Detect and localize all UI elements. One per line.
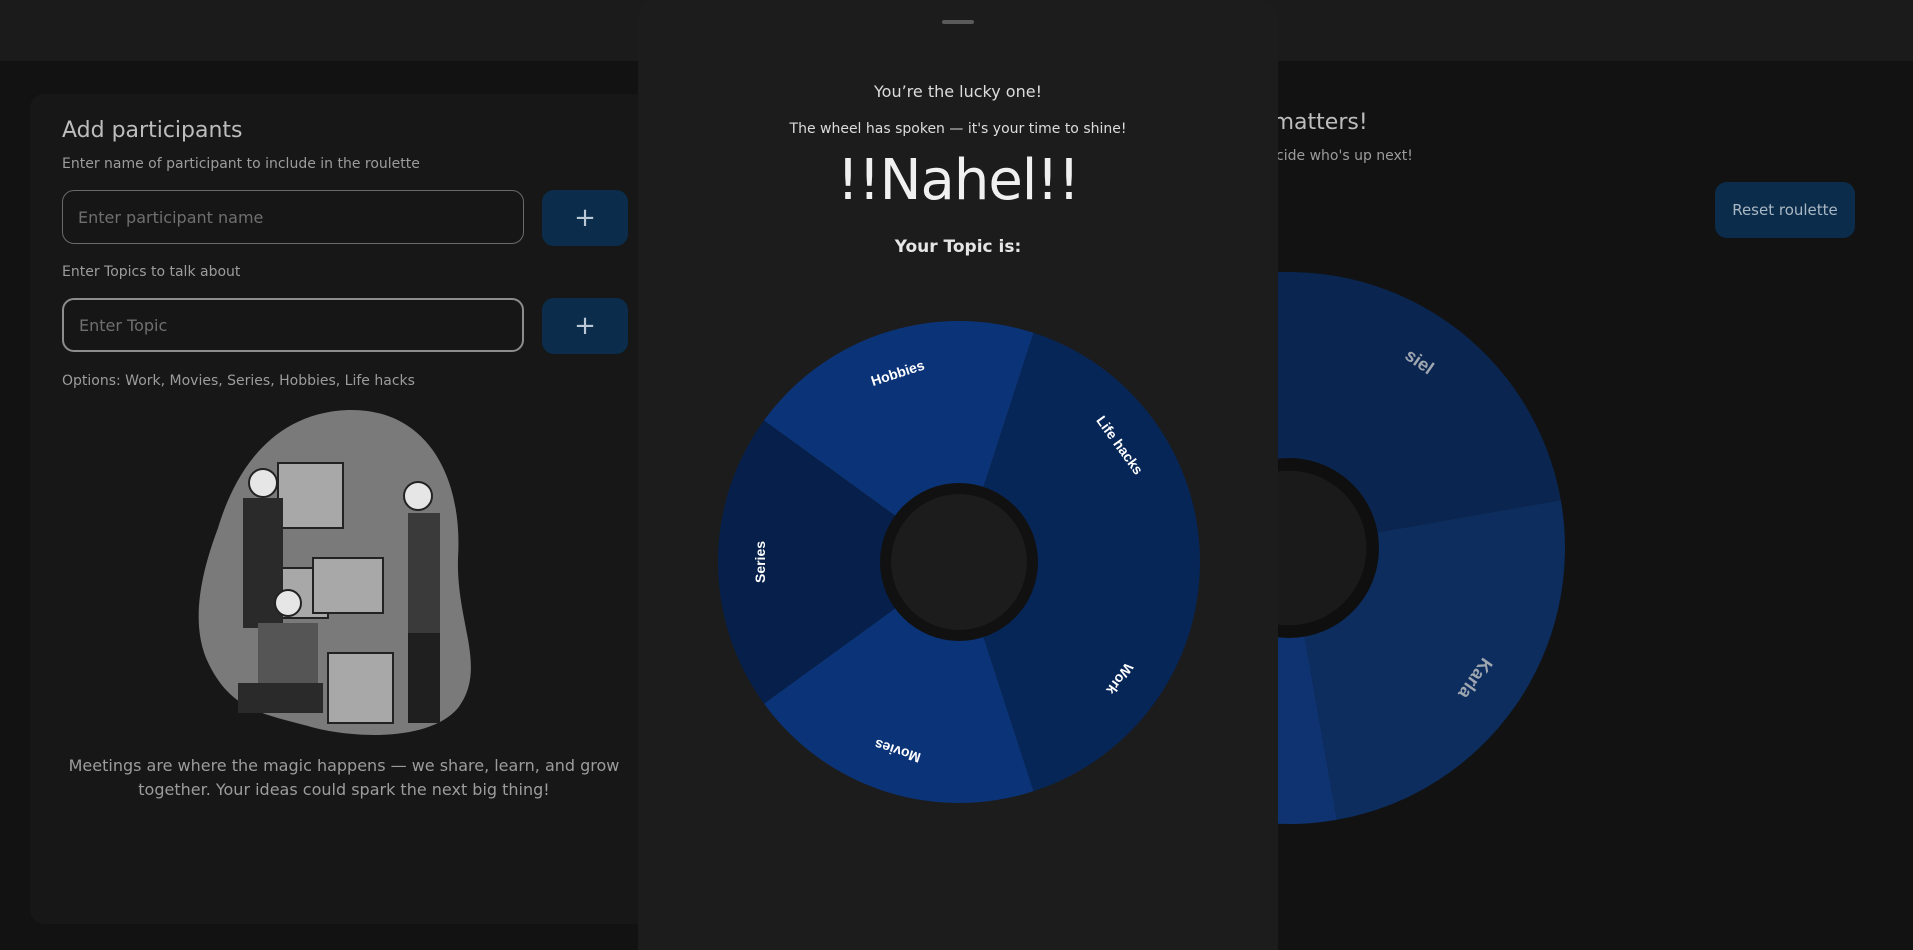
topic-wheel[interactable]: Life hacksWorkMoviesSeriesHobbies [718, 321, 1200, 803]
add-participant-button[interactable]: + [542, 190, 628, 246]
add-topic-button[interactable]: + [542, 298, 628, 354]
topic-label: Your Topic is: [894, 237, 1022, 257]
lucky-heading: You’re the lucky one! [874, 82, 1042, 101]
result-modal: You’re the lucky one! The wheel has spok… [638, 0, 1278, 950]
add-participants-title: Add participants [62, 118, 243, 143]
team-illustration [198, 409, 471, 735]
plus-icon: + [574, 311, 596, 341]
winner-name: !!Nahel!! [836, 148, 1081, 213]
wheel-spoken-text: The wheel has spoken — it's your time to… [789, 121, 1127, 137]
reset-roulette-button[interactable]: Reset roulette [1715, 182, 1855, 238]
drag-handle[interactable] [942, 20, 974, 24]
topic-wheel-label: Series [752, 541, 768, 583]
topic-options: Options: Work, Movies, Series, Hobbies, … [62, 373, 415, 389]
topic-field[interactable] [62, 298, 524, 352]
participant-name-field[interactable] [62, 190, 524, 244]
topic-wheel-hub [891, 494, 1027, 630]
topic-input[interactable] [64, 300, 522, 350]
motivation-quote: Meetings are where the magic happens — w… [68, 756, 620, 799]
participant-hint: Enter name of participant to include in … [62, 156, 420, 172]
topics-label: Enter Topics to talk about [62, 264, 241, 280]
plus-icon: + [574, 203, 596, 233]
participant-name-input[interactable] [63, 191, 523, 243]
